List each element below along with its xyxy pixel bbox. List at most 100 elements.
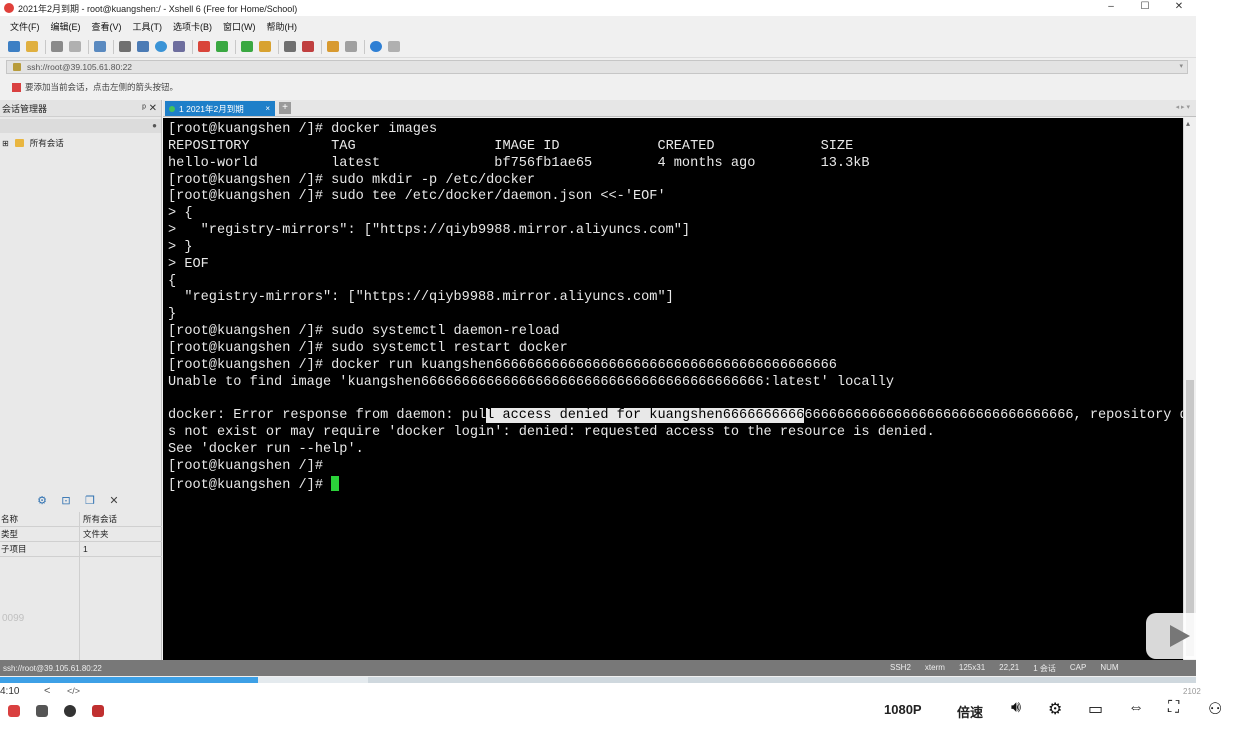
property-value: 文件夹 [83,529,109,539]
add-tab-button[interactable]: + [279,102,291,114]
app-icon[interactable] [8,705,20,717]
copy-icon[interactable]: ❐ [84,495,96,507]
property-value: 所有会话 [83,514,118,524]
terminal[interactable]: [root@kuangshen /]# docker images REPOSIT… [163,118,1183,660]
status-connection: ssh://root@39.105.61.80:22 [3,663,102,673]
tree-item-all-sessions[interactable]: ⊞ 所有会话 [0,135,161,151]
column-divider [79,527,80,660]
menu-help[interactable]: 帮助(H) [267,20,298,33]
volume-icon[interactable]: 🔊︎ [1011,699,1021,717]
status-caps: CAP [1069,662,1087,672]
new-session-icon[interactable] [8,41,20,52]
toolbar-divider [192,39,193,54]
find-icon[interactable] [119,41,131,52]
terminal-line: Unable to find image 'kuangshen666666666… [168,374,895,390]
tab-label: 1 2021年2月到期 [179,103,244,114]
properties-icon[interactable] [94,41,106,52]
terminal-line: } [168,307,177,323]
toolbar-divider [88,39,89,54]
session-toolbar: ⚙ ⊡ ❐ ✕ [36,495,132,507]
terminal-line: See 'docker run --help'. [168,442,364,458]
maximize-button[interactable]: ☐ [1128,0,1162,16]
terminal-line: { [168,273,177,289]
property-key: 名称 [0,511,80,527]
property-key: 类型 [0,526,80,542]
terminal-line: [root@kuangshen /]# sudo tee /etc/docker… [168,189,666,205]
property-key: 子项目 [0,541,80,557]
share-icon[interactable]: ⚇ [1208,699,1222,719]
terminal-output: [root@kuangshen /]# docker images REPOSIT… [168,122,1183,493]
keyboard-icon[interactable] [284,41,296,52]
speed-button[interactable]: 倍速 [957,702,983,721]
menu-tools[interactable]: 工具(T) [133,20,163,33]
terminal-line: > } [168,239,193,255]
status-cursor-pos: 22,21 [999,662,1020,672]
lock-icon[interactable]: ⊡ [60,495,72,507]
session-manager-header: 会话管理器 ᵖ ✕ [0,100,161,117]
title-bar: 2021年2月到期 - root@kuangshen:/ - Xshell 6 … [0,0,1196,16]
app-icon[interactable] [64,705,76,717]
font-icon[interactable] [173,41,185,52]
terminal-line: > { [168,206,193,222]
menu-tabs[interactable]: 选项卡(B) [173,20,212,33]
widescreen-icon[interactable]: ⇔ [1128,699,1144,717]
expand-icon[interactable]: ⊞ [2,139,9,148]
connect-icon[interactable] [51,41,63,52]
menu-edit[interactable]: 编辑(E) [51,20,81,33]
address-text: ssh://root@39.105.61.80:22 [27,62,133,72]
fullscreen-icon[interactable] [241,41,253,52]
terminal-cursor [331,475,340,491]
code-icon[interactable]: </> [67,686,80,696]
play-button[interactable] [1146,613,1196,659]
app-icon[interactable] [92,705,104,717]
tab-scroll-icon[interactable]: ◂ ▸ ▾ [1176,103,1190,111]
error-text: docker: Error response from daemon: pul [168,408,487,424]
terminal-scrollbar[interactable]: ▴ [1183,118,1196,660]
script-icon[interactable] [216,41,228,52]
back-icon[interactable]: < [44,685,50,697]
tile-icon[interactable] [327,41,339,52]
app-icon[interactable] [36,705,48,717]
close-button[interactable]: ✕ [1162,0,1196,16]
pin-close-controls[interactable]: ᵖ ✕ [142,103,157,114]
menu-file[interactable]: 文件(F) [10,20,40,33]
play-icon [1170,625,1190,647]
gear-icon[interactable]: ⚙ [36,495,48,507]
selected-text: l access denied for kuangshen6666666666 [486,408,805,424]
scroll-up-icon[interactable]: ▴ [1186,119,1190,128]
error-text: 666666666666666666666666666666666, repos… [804,408,1183,424]
tab-close-icon[interactable]: × [265,104,270,113]
globe-icon[interactable] [155,41,167,52]
xftp-icon[interactable] [198,41,210,52]
toolbar-divider [45,39,46,54]
session-search[interactable]: ● [0,119,161,133]
gear-icon[interactable]: ⚙ [1048,699,1062,719]
help-icon[interactable] [370,41,382,52]
fullscreen-icon[interactable]: ⛶ [1168,699,1179,717]
address-bar[interactable]: ssh://root@39.105.61.80:22 ▾ [6,60,1188,74]
chevron-down-icon[interactable]: ▾ [1179,62,1183,70]
close-icon[interactable]: ✕ [108,495,120,507]
copy-icon[interactable] [137,41,149,52]
toolbar-divider [235,39,236,54]
open-folder-icon[interactable] [26,41,38,52]
menu-window[interactable]: 窗口(W) [223,20,256,33]
lock-icon[interactable] [259,41,271,52]
quality-button[interactable]: 1080P [884,702,922,717]
bookmark-arrow-icon[interactable] [12,82,21,92]
search-icon[interactable]: ● [152,121,157,130]
layout-icon[interactable] [345,41,357,52]
table-row: 名称 所有会话 [0,511,162,527]
pip-icon[interactable]: ▭ [1088,699,1103,719]
disconnect-icon[interactable] [69,41,81,52]
chat-icon[interactable] [388,41,400,52]
terminal-line: > "registry-mirrors": ["https://qiyb9988… [168,223,691,239]
window-controls: – ☐ ✕ [1094,0,1196,16]
status-terminal-type: xterm [924,662,945,672]
pen-icon[interactable] [302,41,314,52]
tab-session[interactable]: 1 2021年2月到期 × [165,101,275,116]
menu-view[interactable]: 查看(V) [92,20,122,33]
minimize-button[interactable]: – [1094,0,1128,16]
terminal-line: hello-world latest bf756fb1ae65 4 months… [168,155,870,171]
